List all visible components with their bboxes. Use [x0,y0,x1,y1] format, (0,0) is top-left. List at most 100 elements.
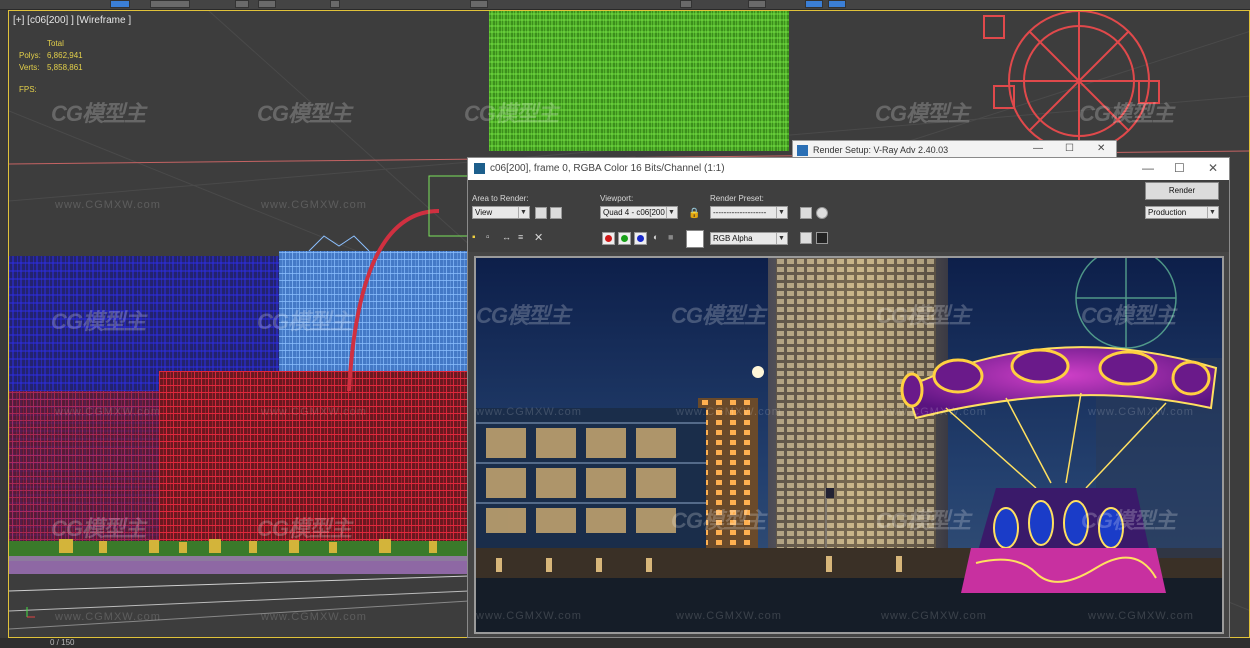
blue-channel-icon[interactable] [634,232,647,245]
preset-dropdown[interactable]: -------------------- ▼ [710,206,788,219]
toolbar-button[interactable] [748,0,766,8]
copy-icon[interactable]: ▫ [486,232,490,243]
area-label: Area to Render: [472,194,529,203]
chevron-down-icon: ▼ [518,207,528,218]
watermark-logo: CG模型主 [671,303,766,328]
viewport-dropdown[interactable]: Quad 4 - c06[200 ▼ [600,206,678,219]
watermark-logo: CG模型主 [876,508,971,533]
chevron-down-icon: ▼ [666,207,676,218]
viewport-value: Quad 4 - c06[200 [603,208,665,217]
watermark-url: www.CGMXW.com [1088,610,1194,622]
channel-dropdown[interactable]: RGB Alpha ▼ [710,232,788,245]
watermark-url: www.CGMXW.com [261,611,367,623]
print-icon[interactable]: ≡ [518,232,523,242]
chevron-down-icon: ▼ [1207,207,1217,218]
stats-header: Total [47,39,64,48]
frame-buffer-titlebar[interactable]: c06[200], frame 0, RGBA Color 16 Bits/Ch… [468,158,1229,180]
close-icon[interactable]: ✕ [1208,161,1218,175]
red-channel-icon[interactable] [602,232,615,245]
watermark-logo: CG模型主 [51,516,146,541]
render-button[interactable]: Render [1145,182,1219,200]
toolbar-button[interactable] [258,0,276,8]
watermark-logo: CG模型主 [51,101,146,126]
gear-icon[interactable] [816,207,828,219]
verts-label: Verts: [19,63,40,72]
viewport-label[interactable]: [+] [c06[200] ] [Wireframe ] [13,15,131,26]
watermark-url: www.CGMXW.com [881,406,987,418]
watermark-url: www.CGMXW.com [1088,406,1194,418]
area-value: View [475,208,493,217]
toolbar-button[interactable] [150,0,190,8]
watermark-url: www.CGMXW.com [261,406,367,418]
history-icon[interactable]: ↔ [502,232,511,242]
watermark-logo: CG模型主 [257,516,352,541]
lock-icon[interactable]: 🔒 [688,208,700,219]
clear-icon[interactable]: ✕ [534,231,543,244]
main-toolbar [0,0,1250,10]
mode-dropdown[interactable]: Production ▼ [1145,206,1219,219]
timeline-slider[interactable]: 0 / 150 [0,638,1250,648]
watermark-logo: CG模型主 [671,508,766,533]
toolbar-button[interactable] [805,0,823,8]
mono-icon[interactable]: ◐ [653,232,658,242]
frame-counter: 0 / 150 [50,638,75,647]
watermark-url: www.CGMXW.com [476,406,582,418]
watermark-logo: CG模型主 [1081,508,1176,533]
watermark-logo: CG模型主 [1079,101,1174,126]
watermark-logo: CG模型主 [51,309,146,334]
polys-value: 6,862,941 [47,51,83,60]
maximize-icon[interactable]: ☐ [1174,161,1185,175]
minimize-icon[interactable]: — [1033,143,1043,154]
watermark-url: www.CGMXW.com [476,610,582,622]
toolbar-button[interactable] [470,0,488,8]
toolbar-button[interactable] [680,0,692,8]
watermark-url: www.CGMXW.com [676,406,782,418]
mode-value: Production [1148,208,1187,217]
chevron-down-icon: ▼ [776,207,786,218]
select-tool-button[interactable] [110,0,130,8]
preset-label: Render Preset: [710,194,764,203]
watermark-logo: CG模型主 [1081,303,1176,328]
watermark-url: www.CGMXW.com [55,406,161,418]
watermark-url: www.CGMXW.com [261,199,367,211]
frame-buffer-title: c06[200], frame 0, RGBA Color 16 Bits/Ch… [490,163,725,174]
scene-statistics: Total Polys: 6,862,941 Verts: 5,858,861 FP… [19,38,83,96]
watermark-logo: CG模型主 [257,309,352,334]
alpha-icon[interactable]: ■ [668,232,673,242]
area-dropdown[interactable]: View ▼ [472,206,530,219]
watermark-logo: CG模型主 [464,101,559,126]
watermark-logo: CG模型主 [476,303,571,328]
preset-save-icon[interactable] [800,207,812,219]
pixel-info-icon[interactable] [816,232,828,244]
app-icon [474,163,485,174]
channel-value: RGB Alpha [713,234,753,243]
maximize-icon[interactable]: ☐ [1065,143,1074,154]
rendered-image[interactable]: CG模型主 CG模型主 CG模型主 CG模型主 CG模型主 CG模型主 CG模型… [474,256,1224,634]
app-icon [797,145,808,156]
save-image-icon[interactable]: ▪ [472,232,476,243]
toolbar-button[interactable] [828,0,846,8]
watermark-url: www.CGMXW.com [55,611,161,623]
close-icon[interactable]: ✕ [1097,143,1105,154]
region-icon[interactable] [535,207,547,219]
color-swatch-icon[interactable] [686,230,704,248]
watermark-logo: CG模型主 [876,303,971,328]
crop-icon[interactable] [550,207,562,219]
preset-value: -------------------- [713,208,767,217]
green-channel-icon[interactable] [618,232,631,245]
watermark-url: www.CGMXW.com [881,610,987,622]
toolbar-button[interactable] [235,0,249,8]
minimize-icon[interactable]: — [1142,161,1154,175]
watermark-logo: CG模型主 [875,101,970,126]
polys-label: Polys: [19,51,41,60]
frame-buffer-window[interactable]: c06[200], frame 0, RGBA Color 16 Bits/Ch… [467,157,1230,638]
fps-label: FPS: [19,85,37,94]
display-correction-icon[interactable] [800,232,812,244]
watermark-url: www.CGMXW.com [676,610,782,622]
render-setup-title: Render Setup: V-Ray Adv 2.40.03 [813,145,949,155]
toolbar-button[interactable] [330,0,340,8]
chevron-down-icon: ▼ [776,233,786,244]
watermark-url: www.CGMXW.com [55,199,161,211]
render-controls: Area to Render: View ▼ Viewport: Quad 4 -… [468,180,1229,252]
watermark-logo: CG模型主 [257,101,352,126]
